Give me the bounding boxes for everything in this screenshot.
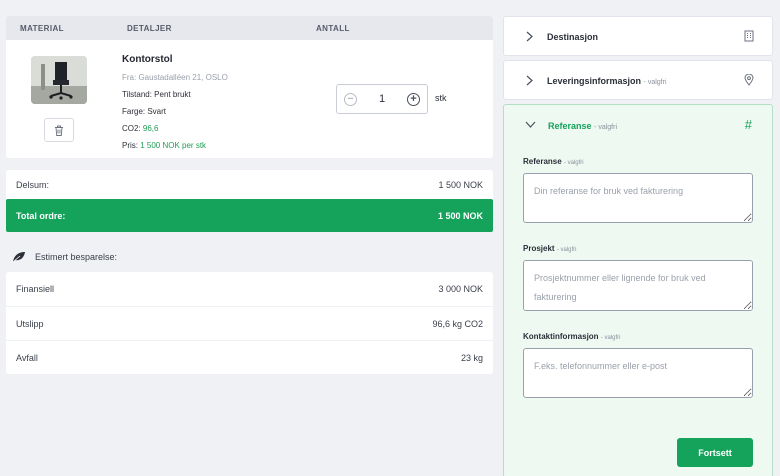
checkout-sidebar: Destinasjon Leveringsinformasjon - valgf…: [503, 16, 773, 476]
optional-tag: - valgfri: [556, 247, 577, 253]
location-pin-icon: [744, 74, 754, 86]
cart-card: MATERIAL DETALJER ANTALL Kontorstol Fra:…: [6, 16, 493, 158]
savings-row: Avfall 23 kg: [6, 340, 493, 374]
price-value: 1 500 NOK per stk: [140, 141, 207, 150]
field-label-text: Prosjekt: [523, 244, 555, 253]
subtotal-label: Delsum:: [16, 179, 50, 190]
item-details: Kontorstol Fra: Gaustadalléen 21, OSLO T…: [122, 52, 228, 154]
item-name: Kontorstol: [122, 54, 173, 65]
order-totals: Delsum: 1 500 NOK Total ordre: 1 500 NOK: [6, 170, 493, 232]
savings-label: Finansiell: [16, 284, 55, 294]
contact-input[interactable]: [523, 348, 753, 398]
chevron-right-icon: [526, 31, 533, 42]
co2-value: 96,6: [142, 124, 159, 133]
total-row: Total ordre: 1 500 NOK: [6, 199, 493, 232]
item-co2: CO2: 96,6: [122, 120, 228, 137]
field-label-text: Kontaktinformasjon: [523, 332, 599, 341]
chevron-down-icon[interactable]: [525, 121, 536, 128]
plus-circle-icon[interactable]: +: [407, 93, 420, 106]
item-origin: Fra: Gaustadalléen 21, OSLO: [122, 73, 228, 82]
building-icon: [744, 30, 754, 42]
savings-title: Estimert besparelse:: [35, 252, 118, 262]
office-chair-image: [31, 56, 87, 104]
reference-title-text: Referanse: [548, 121, 592, 131]
optional-tag: - valgfri: [643, 79, 667, 86]
savings-table: Finansiell 3 000 NOK Utslipp 96,6 kg CO2…: [6, 272, 493, 374]
accordion-title: Destinasjon: [547, 32, 599, 42]
savings-label: Avfall: [16, 352, 38, 363]
trash-icon: [55, 125, 63, 136]
cart-column: MATERIAL DETALJER ANTALL Kontorstol Fra:…: [6, 16, 493, 374]
column-header-details: DETALJER: [127, 24, 172, 33]
project-field-label: Prosjekt - valgfri: [523, 244, 576, 253]
hash-icon: #: [744, 117, 752, 132]
accordion-title: Leveringsinformasjon - valgfri: [547, 76, 667, 86]
accordion-title-text: Leveringsinformasjon: [547, 76, 642, 86]
field-label-text: Referanse: [523, 157, 562, 166]
leaf-icon: [12, 252, 25, 263]
project-input[interactable]: [523, 260, 753, 311]
price-label: Pris:: [122, 141, 138, 150]
accordion-delivery[interactable]: Leveringsinformasjon - valgfri: [503, 60, 773, 100]
savings-row: Finansiell 3 000 NOK: [6, 272, 493, 306]
chevron-right-icon: [526, 75, 533, 86]
quantity-stepper: − 1 +: [336, 84, 428, 114]
subtotal-value: 1 500 NOK: [438, 179, 483, 190]
remove-item-button[interactable]: [44, 118, 74, 142]
column-header-quantity: ANTALL: [316, 24, 350, 33]
cart-table-header: MATERIAL DETALJER ANTALL: [6, 16, 493, 40]
item-price: Pris: 1 500 NOK per stk: [122, 137, 228, 154]
item-condition: Tilstand: Pent brukt: [122, 90, 191, 99]
optional-tag: - valgfri: [600, 335, 621, 341]
quantity-unit: stk: [435, 93, 447, 103]
optional-tag: - valgfri: [594, 124, 617, 131]
total-value: 1 500 NOK: [437, 210, 483, 221]
subtotal-row: Delsum: 1 500 NOK: [6, 170, 493, 199]
optional-tag: - valgfri: [563, 160, 584, 166]
savings-row: Utslipp 96,6 kg CO2: [6, 306, 493, 340]
reference-panel: Referanse - valgfri # Referanse - valgfr…: [503, 104, 773, 476]
cart-item: Kontorstol Fra: Gaustadalléen 21, OSLO T…: [6, 40, 493, 158]
reference-panel-title: Referanse - valgfri: [548, 121, 617, 131]
savings-label: Utslipp: [16, 318, 44, 329]
reference-field-label: Referanse - valgfri: [523, 157, 584, 166]
co2-label: CO2:: [122, 124, 141, 133]
savings-value: 96,6 kg CO2: [432, 318, 483, 329]
savings-value: 23 kg: [460, 352, 483, 363]
total-label: Total ordre:: [16, 210, 66, 221]
continue-button[interactable]: Fortsett: [677, 438, 753, 467]
savings-header: Estimert besparelse:: [6, 242, 493, 272]
reference-input[interactable]: [523, 173, 753, 223]
accordion-destination[interactable]: Destinasjon: [503, 16, 773, 56]
item-color: Farge: Svart: [122, 107, 167, 116]
contact-field-label: Kontaktinformasjon - valgfri: [523, 332, 620, 341]
column-header-material: MATERIAL: [20, 24, 64, 33]
savings-value: 3 000 NOK: [438, 284, 483, 294]
